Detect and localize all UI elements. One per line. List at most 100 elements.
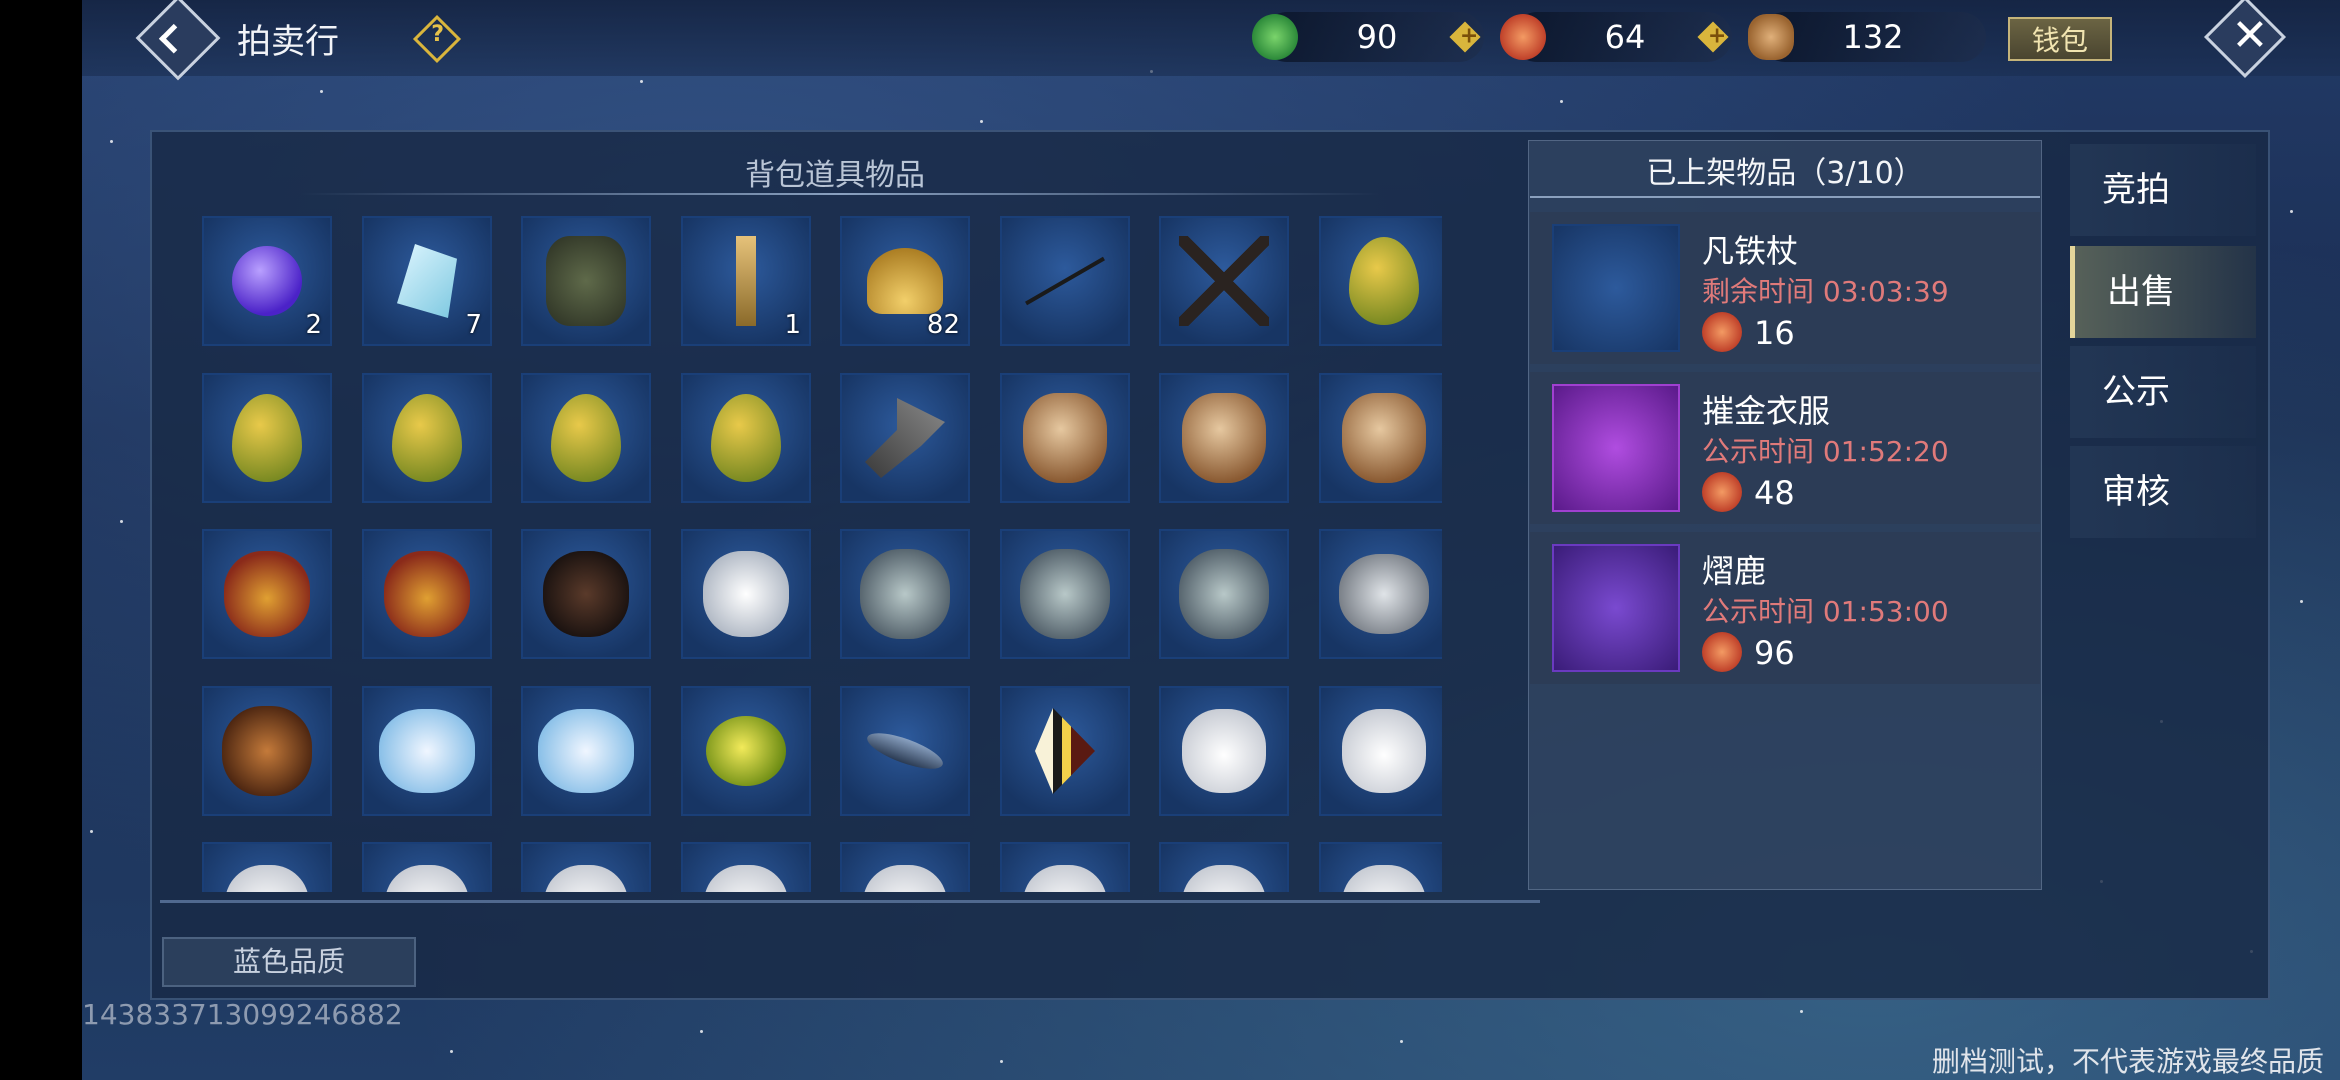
tab-review[interactable]: 审核 — [2070, 446, 2256, 538]
red-coin-icon — [1500, 14, 1546, 60]
currency-value-red: 64 — [1604, 18, 1646, 56]
inventory-slot[interactable] — [1000, 529, 1130, 659]
listed-items-header: 已上架物品（3/10） — [1646, 156, 1924, 191]
griffin-head-icon — [224, 551, 310, 637]
inventory-grid: 2 7 1 82 — [202, 216, 1442, 892]
star — [2300, 600, 2303, 603]
inventory-slot[interactable] — [840, 686, 970, 816]
red-coin-icon — [1702, 632, 1742, 672]
inventory-slot[interactable] — [1319, 842, 1442, 892]
inventory-slot[interactable] — [681, 529, 811, 659]
quality-filter-button[interactable]: 蓝色品质 — [162, 937, 416, 987]
star — [980, 120, 983, 123]
inventory-slot[interactable] — [1000, 842, 1130, 892]
inventory-slot[interactable] — [1319, 529, 1442, 659]
inventory-slot[interactable] — [521, 373, 651, 503]
inventory-slot[interactable] — [1159, 216, 1289, 346]
inventory-slot[interactable] — [1159, 686, 1289, 816]
elephant-head-icon — [860, 549, 950, 639]
wolf-head-icon — [543, 551, 629, 637]
lantern-staff-icon — [736, 236, 756, 326]
inventory-slot[interactable] — [1000, 686, 1130, 816]
listed-header-divider — [1530, 196, 2040, 198]
inventory-slot[interactable] — [362, 529, 492, 659]
inventory-slot[interactable] — [1319, 686, 1442, 816]
iron-staff-icon — [1552, 224, 1680, 352]
item-count: 7 — [465, 310, 482, 340]
inventory-slot[interactable] — [362, 686, 492, 816]
inventory-slot[interactable] — [681, 686, 811, 816]
inventory-slot[interactable] — [1000, 373, 1130, 503]
tab-sell[interactable]: 出售 — [2070, 246, 2256, 338]
listed-entry-time: 剩余时间 03:03:39 — [1702, 275, 1949, 308]
inventory-bottom-divider — [160, 900, 1540, 903]
white-eagle-head-icon — [704, 865, 788, 892]
inventory-slot[interactable] — [840, 529, 970, 659]
camel-head-icon — [1342, 393, 1426, 483]
inventory-slot[interactable]: 1 — [681, 216, 811, 346]
egg-icon — [1349, 237, 1419, 325]
pufferfish-icon — [706, 716, 786, 786]
hammer-icon — [865, 398, 945, 478]
listed-entry[interactable]: 熠鹿 公示时间 01:53:00 96 — [1530, 532, 2040, 684]
star — [1560, 100, 1563, 103]
griffin-head-icon — [384, 551, 470, 637]
inventory-slot[interactable] — [521, 686, 651, 816]
star — [700, 1030, 703, 1033]
listed-entry[interactable]: 凡铁杖 剩余时间 03:03:39 16 — [1530, 212, 2040, 364]
listed-entry-time: 公示时间 01:52:20 — [1702, 435, 1949, 468]
crystal-icon — [397, 244, 457, 318]
inventory-slot[interactable] — [202, 686, 332, 816]
seed-coin-icon — [1748, 14, 1794, 60]
inventory-slot[interactable] — [362, 373, 492, 503]
listed-entry[interactable]: 摧金衣服 公示时间 01:52:20 48 — [1530, 372, 2040, 524]
listed-entry-name: 凡铁杖 — [1702, 232, 1799, 270]
inventory-slot[interactable] — [202, 842, 332, 892]
inventory-slot[interactable] — [681, 842, 811, 892]
tab-auction[interactable]: 竞拍 — [2070, 144, 2256, 236]
inventory-slot[interactable] — [1000, 216, 1130, 346]
inventory-slot[interactable] — [521, 842, 651, 892]
inventory-slot[interactable] — [1159, 842, 1289, 892]
star — [450, 1050, 453, 1053]
egg-icon — [711, 394, 781, 482]
elephant-head-icon — [1020, 549, 1110, 639]
inventory-slot[interactable] — [681, 373, 811, 503]
white-beast-head-icon — [538, 709, 634, 793]
grey-griffin-head-icon — [1339, 554, 1429, 634]
white-eagle-head-icon — [385, 865, 469, 892]
white-eagle-head-icon — [225, 865, 309, 892]
item-count: 2 — [305, 310, 322, 340]
inventory-slot[interactable] — [840, 373, 970, 503]
white-eagle-head-icon — [863, 865, 947, 892]
star — [110, 140, 113, 143]
elephant-head-icon — [1179, 549, 1269, 639]
inventory-slot[interactable] — [1319, 373, 1442, 503]
inventory-slot[interactable] — [1159, 529, 1289, 659]
inventory-slot[interactable] — [1159, 373, 1289, 503]
wallet-button[interactable]: 钱包 — [2008, 17, 2112, 61]
inventory-slot[interactable] — [521, 529, 651, 659]
inventory-slot[interactable] — [362, 842, 492, 892]
listed-entry-price: 16 — [1754, 314, 1795, 352]
inventory-slot[interactable] — [202, 373, 332, 503]
white-wolf-head-icon — [703, 551, 789, 637]
inventory-slot[interactable]: 2 — [202, 216, 332, 346]
inventory-slot[interactable] — [840, 842, 970, 892]
tab-public[interactable]: 公示 — [2070, 346, 2256, 438]
star — [2290, 210, 2293, 213]
inventory-slot[interactable] — [1319, 216, 1442, 346]
listed-entry-name: 摧金衣服 — [1702, 392, 1831, 430]
star — [120, 520, 123, 523]
whip-icon — [1025, 256, 1105, 306]
inventory-slot[interactable]: 7 — [362, 216, 492, 346]
item-count: 1 — [784, 310, 801, 340]
inventory-slot[interactable]: 82 — [840, 216, 970, 346]
back-arrow-icon — [158, 23, 189, 54]
shark-icon — [863, 726, 947, 776]
item-count: 82 — [926, 310, 960, 340]
twin-blades-icon — [1179, 236, 1269, 326]
camel-head-icon — [1182, 393, 1266, 483]
inventory-slot[interactable] — [521, 216, 651, 346]
inventory-slot[interactable] — [202, 529, 332, 659]
